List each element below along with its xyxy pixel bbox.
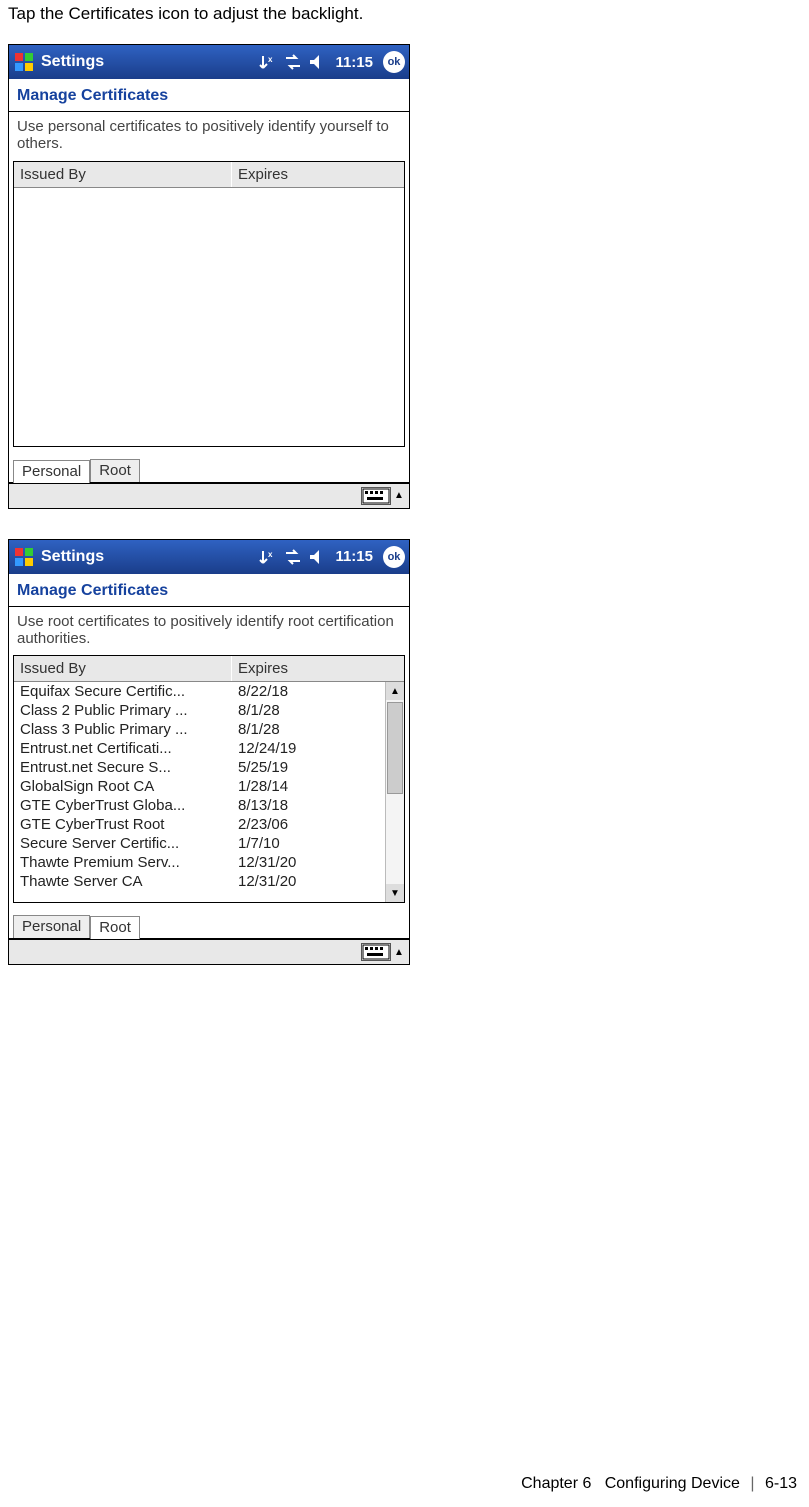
col-issued-by[interactable]: Issued By [14, 656, 232, 681]
table-row[interactable]: Secure Server Certific...1/7/10 [14, 834, 385, 853]
sip-up-arrow-icon[interactable]: ▲ [393, 944, 405, 960]
scroll-up-arrow-icon[interactable]: ▲ [386, 682, 404, 700]
page-footer: Chapter 6 Configuring Device | 6-13 [521, 1475, 797, 1493]
cell-issued-by: Entrust.net Secure S... [14, 758, 232, 777]
scroll-down-arrow-icon[interactable]: ▼ [386, 884, 404, 902]
footer-title: Configuring Device [605, 1475, 740, 1492]
svg-text:x: x [268, 550, 273, 559]
scroll-track[interactable] [386, 700, 404, 884]
tab-root[interactable]: Root [90, 916, 140, 939]
cell-issued-by: Class 2 Public Primary ... [14, 701, 232, 720]
cell-issued-by: GTE CyberTrust Root [14, 815, 232, 834]
cell-expires: 2/23/06 [232, 815, 385, 834]
page-description: Use root certificates to positively iden… [9, 607, 409, 656]
table-row[interactable]: Entrust.net Secure S...5/25/19 [14, 758, 385, 777]
table-row[interactable]: Thawte Server CA12/31/20 [14, 872, 385, 891]
signal-icon[interactable]: x [259, 52, 279, 72]
tab-personal[interactable]: Personal [13, 915, 90, 938]
cell-issued-by: Equifax Secure Certific... [14, 682, 232, 701]
cell-issued-by: GTE CyberTrust Globa... [14, 796, 232, 815]
connection-icon[interactable] [283, 547, 303, 567]
cell-expires: 12/31/20 [232, 872, 385, 891]
cell-expires: 1/7/10 [232, 834, 385, 853]
cell-expires: 12/31/20 [232, 853, 385, 872]
table-row[interactable]: Thawte Premium Serv...12/31/20 [14, 853, 385, 872]
device-screenshot-personal: Settings x 11:15 ok Manage Certificates … [8, 44, 410, 509]
cell-expires: 12/24/19 [232, 739, 385, 758]
table-header: Issued By Expires [14, 162, 404, 188]
cell-expires: 8/22/18 [232, 682, 385, 701]
certificates-table: Issued By Expires Equifax Secure Certifi… [13, 655, 405, 903]
table-row[interactable]: GlobalSign Root CA1/28/14 [14, 777, 385, 796]
input-panel-bar: ▲ [9, 483, 409, 508]
table-row[interactable]: Entrust.net Certificati...12/24/19 [14, 739, 385, 758]
certificates-table: Issued By Expires [13, 161, 405, 447]
cell-issued-by: Thawte Premium Serv... [14, 853, 232, 872]
table-body[interactable]: Equifax Secure Certific...8/22/18Class 2… [14, 682, 385, 902]
scroll-thumb[interactable] [387, 702, 403, 794]
speaker-icon[interactable] [307, 52, 327, 72]
cell-expires: 8/13/18 [232, 796, 385, 815]
cell-expires: 5/25/19 [232, 758, 385, 777]
speaker-icon[interactable] [307, 547, 327, 567]
table-header: Issued By Expires [14, 656, 404, 682]
table-row[interactable]: Class 2 Public Primary ...8/1/28 [14, 701, 385, 720]
status-bar: Settings x 11:15 ok [9, 540, 409, 574]
table-body-empty [14, 188, 404, 446]
col-expires[interactable]: Expires [232, 162, 404, 187]
vertical-scrollbar[interactable]: ▲ ▼ [385, 682, 404, 902]
clock-time: 11:15 [335, 54, 373, 71]
cell-expires: 8/1/28 [232, 720, 385, 739]
page-title: Manage Certificates [9, 574, 409, 606]
footer-page-number: 6-13 [765, 1475, 797, 1492]
tab-root[interactable]: Root [90, 459, 140, 482]
cell-expires: 1/28/14 [232, 777, 385, 796]
cell-issued-by: Entrust.net Certificati... [14, 739, 232, 758]
input-panel-bar: ▲ [9, 939, 409, 964]
instruction-text: Tap the Certificates icon to adjust the … [8, 4, 801, 24]
cell-issued-by: Thawte Server CA [14, 872, 232, 891]
start-flag-icon[interactable] [13, 51, 35, 73]
keyboard-icon[interactable] [361, 487, 391, 505]
cell-issued-by: Class 3 Public Primary ... [14, 720, 232, 739]
cell-issued-by: GlobalSign Root CA [14, 777, 232, 796]
tab-personal[interactable]: Personal [13, 460, 90, 483]
svg-text:x: x [268, 55, 273, 64]
table-row[interactable]: Class 3 Public Primary ...8/1/28 [14, 720, 385, 739]
footer-chapter: Chapter 6 [521, 1475, 591, 1492]
ok-button[interactable]: ok [383, 51, 405, 73]
table-row[interactable]: GTE CyberTrust Globa...8/13/18 [14, 796, 385, 815]
sip-up-arrow-icon[interactable]: ▲ [393, 488, 405, 504]
connection-icon[interactable] [283, 52, 303, 72]
start-flag-icon[interactable] [13, 546, 35, 568]
signal-icon[interactable]: x [259, 547, 279, 567]
app-title: Settings [41, 53, 104, 71]
ok-button[interactable]: ok [383, 546, 405, 568]
col-issued-by[interactable]: Issued By [14, 162, 232, 187]
device-screenshot-root: Settings x 11:15 ok Manage Certificates … [8, 539, 410, 966]
status-bar: Settings x 11:15 ok [9, 45, 409, 79]
table-row[interactable]: GTE CyberTrust Root2/23/06 [14, 815, 385, 834]
cell-issued-by: Secure Server Certific... [14, 834, 232, 853]
keyboard-icon[interactable] [361, 943, 391, 961]
tab-bar: Personal Root [9, 909, 409, 939]
cell-expires: 8/1/28 [232, 701, 385, 720]
tab-bar: Personal Root [9, 453, 409, 483]
app-title: Settings [41, 548, 104, 566]
col-expires[interactable]: Expires [232, 656, 386, 681]
footer-separator: | [750, 1475, 754, 1492]
page-title: Manage Certificates [9, 79, 409, 111]
clock-time: 11:15 [335, 548, 373, 565]
table-row[interactable]: Equifax Secure Certific...8/22/18 [14, 682, 385, 701]
page-description: Use personal certificates to positively … [9, 112, 409, 161]
